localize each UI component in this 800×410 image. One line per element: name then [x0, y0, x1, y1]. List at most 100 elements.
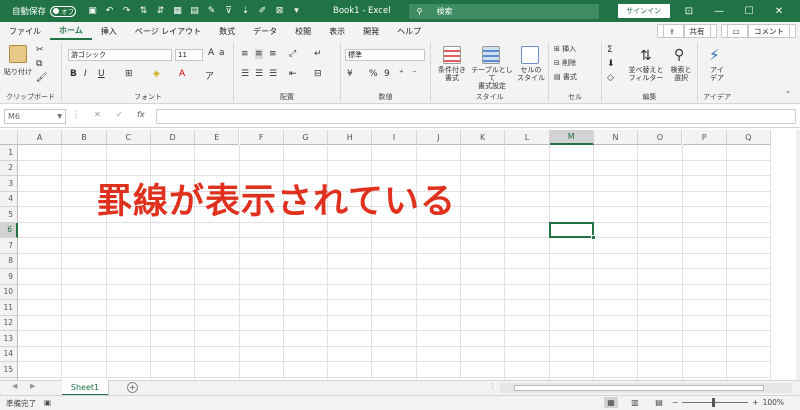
tab-formulas[interactable]: 数式: [210, 22, 244, 40]
conditional-format-button[interactable]: 条件付き 書式: [431, 66, 473, 82]
phonetic-icon[interactable]: ア: [205, 69, 214, 82]
tab-file[interactable]: ファイル: [0, 22, 50, 40]
number-format-select[interactable]: 標準: [345, 49, 425, 61]
ideas-button[interactable]: アイ デア: [698, 66, 736, 82]
column-header-a[interactable]: A: [18, 130, 63, 145]
insert-function-icon[interactable]: fx: [137, 110, 145, 119]
cell-styles-icon[interactable]: [521, 46, 539, 64]
vertical-scrollbar[interactable]: [796, 130, 800, 380]
tab-view[interactable]: 表示: [320, 22, 354, 40]
collapse-ribbon-icon[interactable]: ⌃: [785, 90, 791, 98]
column-header-m[interactable]: M: [549, 130, 594, 145]
insert-cells-button[interactable]: ⊞ 挿入: [554, 45, 576, 53]
horizontal-scrollbar[interactable]: [500, 383, 792, 393]
search-box[interactable]: ⚲ 検索: [408, 3, 599, 19]
format-painter-icon[interactable]: 🖌: [36, 73, 47, 83]
row-header-12[interactable]: 12: [0, 315, 18, 331]
merge-icon[interactable]: ⊟: [314, 69, 322, 79]
percent-icon[interactable]: %: [369, 69, 378, 79]
align-right-icon[interactable]: ☰: [269, 69, 277, 79]
tab-developer[interactable]: 開発: [354, 22, 388, 40]
column-header-h[interactable]: H: [328, 130, 373, 145]
column-header-b[interactable]: B: [62, 130, 107, 145]
tab-help[interactable]: ヘルプ: [388, 22, 430, 40]
zoom-level[interactable]: 100%: [763, 398, 784, 407]
zoom-slider[interactable]: [682, 398, 749, 407]
bold-icon[interactable]: B: [70, 69, 77, 79]
format-as-table-icon[interactable]: [482, 46, 500, 64]
column-header-g[interactable]: G: [283, 130, 329, 145]
selected-cell[interactable]: [548, 221, 596, 240]
column-header-o[interactable]: O: [638, 130, 683, 145]
underline-icon[interactable]: U: [98, 69, 105, 79]
row-header-5[interactable]: 5: [0, 207, 18, 223]
pen-icon[interactable]: ✎: [203, 4, 220, 18]
name-box[interactable]: M6 ▼: [4, 109, 66, 124]
column-header-n[interactable]: N: [593, 130, 639, 145]
close-doc-icon[interactable]: ⊠: [271, 4, 288, 18]
autosum-icon[interactable]: Σ: [607, 45, 613, 55]
row-header-13[interactable]: 13: [0, 331, 18, 347]
align-left-icon[interactable]: ☰: [241, 69, 249, 79]
fill-handle[interactable]: [590, 235, 596, 240]
row-header-6[interactable]: 6: [0, 222, 18, 238]
undo-icon[interactable]: ↶: [101, 4, 118, 18]
zoom-out-icon[interactable]: −: [672, 398, 678, 407]
sort-icon[interactable]: ⇅: [135, 4, 152, 18]
more-icon[interactable]: ⋮: [489, 382, 496, 390]
column-header-c[interactable]: C: [106, 130, 151, 145]
worksheet-grid[interactable]: ABCDEFGHIJKLMNOPQ 1234567891011121314151…: [0, 130, 796, 380]
table-icon[interactable]: ▦: [169, 4, 186, 18]
comment-button[interactable]: ▭ コメント: [720, 24, 796, 38]
tab-home[interactable]: ホーム: [50, 22, 92, 40]
sort-filter-icon[interactable]: ⇅: [640, 48, 652, 64]
scroll-thumb[interactable]: [514, 385, 764, 391]
filter-icon[interactable]: ⊽: [220, 4, 237, 18]
tab-review[interactable]: 校閲: [286, 22, 320, 40]
tab-page-layout[interactable]: ページ レイアウト: [126, 22, 210, 40]
redo-icon[interactable]: ↷: [118, 4, 135, 18]
column-header-f[interactable]: F: [239, 130, 284, 145]
align-bottom-icon[interactable]: ≡: [269, 49, 277, 59]
sort-filter-button[interactable]: 並べ替えと フィルター: [626, 66, 666, 82]
column-header-j[interactable]: J: [416, 130, 461, 145]
paste-icon[interactable]: [9, 45, 27, 63]
share-button[interactable]: ⇪ 共有: [656, 24, 717, 38]
add-sheet-icon[interactable]: +: [127, 382, 138, 393]
orientation-icon[interactable]: ⤢: [289, 49, 296, 59]
comma-icon[interactable]: 9: [384, 69, 390, 79]
customize-icon[interactable]: ▾: [288, 4, 305, 18]
maximize-icon[interactable]: ☐: [734, 0, 764, 22]
column-header-k[interactable]: K: [461, 130, 506, 145]
grow-font-icon[interactable]: A: [208, 48, 214, 58]
currency-icon[interactable]: ¥: [347, 69, 353, 79]
row-header-9[interactable]: 9: [0, 269, 18, 285]
paste-button[interactable]: 貼り付け: [3, 68, 33, 76]
enter-icon[interactable]: ✓: [116, 110, 123, 119]
row-header-15[interactable]: 15: [0, 362, 18, 378]
minimize-icon[interactable]: —: [704, 0, 734, 22]
align-middle-icon[interactable]: ≡: [255, 49, 263, 59]
tab-data[interactable]: データ: [244, 22, 286, 40]
format-cells-button[interactable]: ▤ 書式: [554, 73, 577, 81]
row-header-7[interactable]: 7: [0, 238, 18, 254]
row-header-4[interactable]: 4: [0, 191, 18, 207]
wrap-text-icon[interactable]: ↵: [314, 49, 322, 59]
zoom-in-icon[interactable]: +: [752, 398, 758, 407]
increase-decimal-icon[interactable]: ⁺: [399, 69, 404, 79]
cut-icon[interactable]: ✂: [36, 45, 44, 55]
fill-color-icon[interactable]: ◈: [153, 69, 160, 79]
row-header-1[interactable]: 1: [0, 145, 18, 161]
formula-input[interactable]: [156, 109, 796, 124]
decrease-decimal-icon[interactable]: ⁻: [412, 69, 417, 79]
align-top-icon[interactable]: ≡: [241, 49, 249, 59]
row-header-3[interactable]: 3: [0, 176, 18, 192]
next-sheet-icon[interactable]: ▶: [30, 382, 35, 390]
normal-view-icon[interactable]: ▦: [604, 397, 618, 408]
conditional-format-icon[interactable]: [443, 46, 461, 64]
row-header-2[interactable]: 2: [0, 160, 18, 176]
close-icon[interactable]: ✕: [764, 0, 794, 22]
align-center-icon[interactable]: ☰: [255, 69, 263, 79]
column-header-q[interactable]: Q: [726, 130, 772, 145]
autosave-toggle[interactable]: オフ: [50, 5, 77, 17]
